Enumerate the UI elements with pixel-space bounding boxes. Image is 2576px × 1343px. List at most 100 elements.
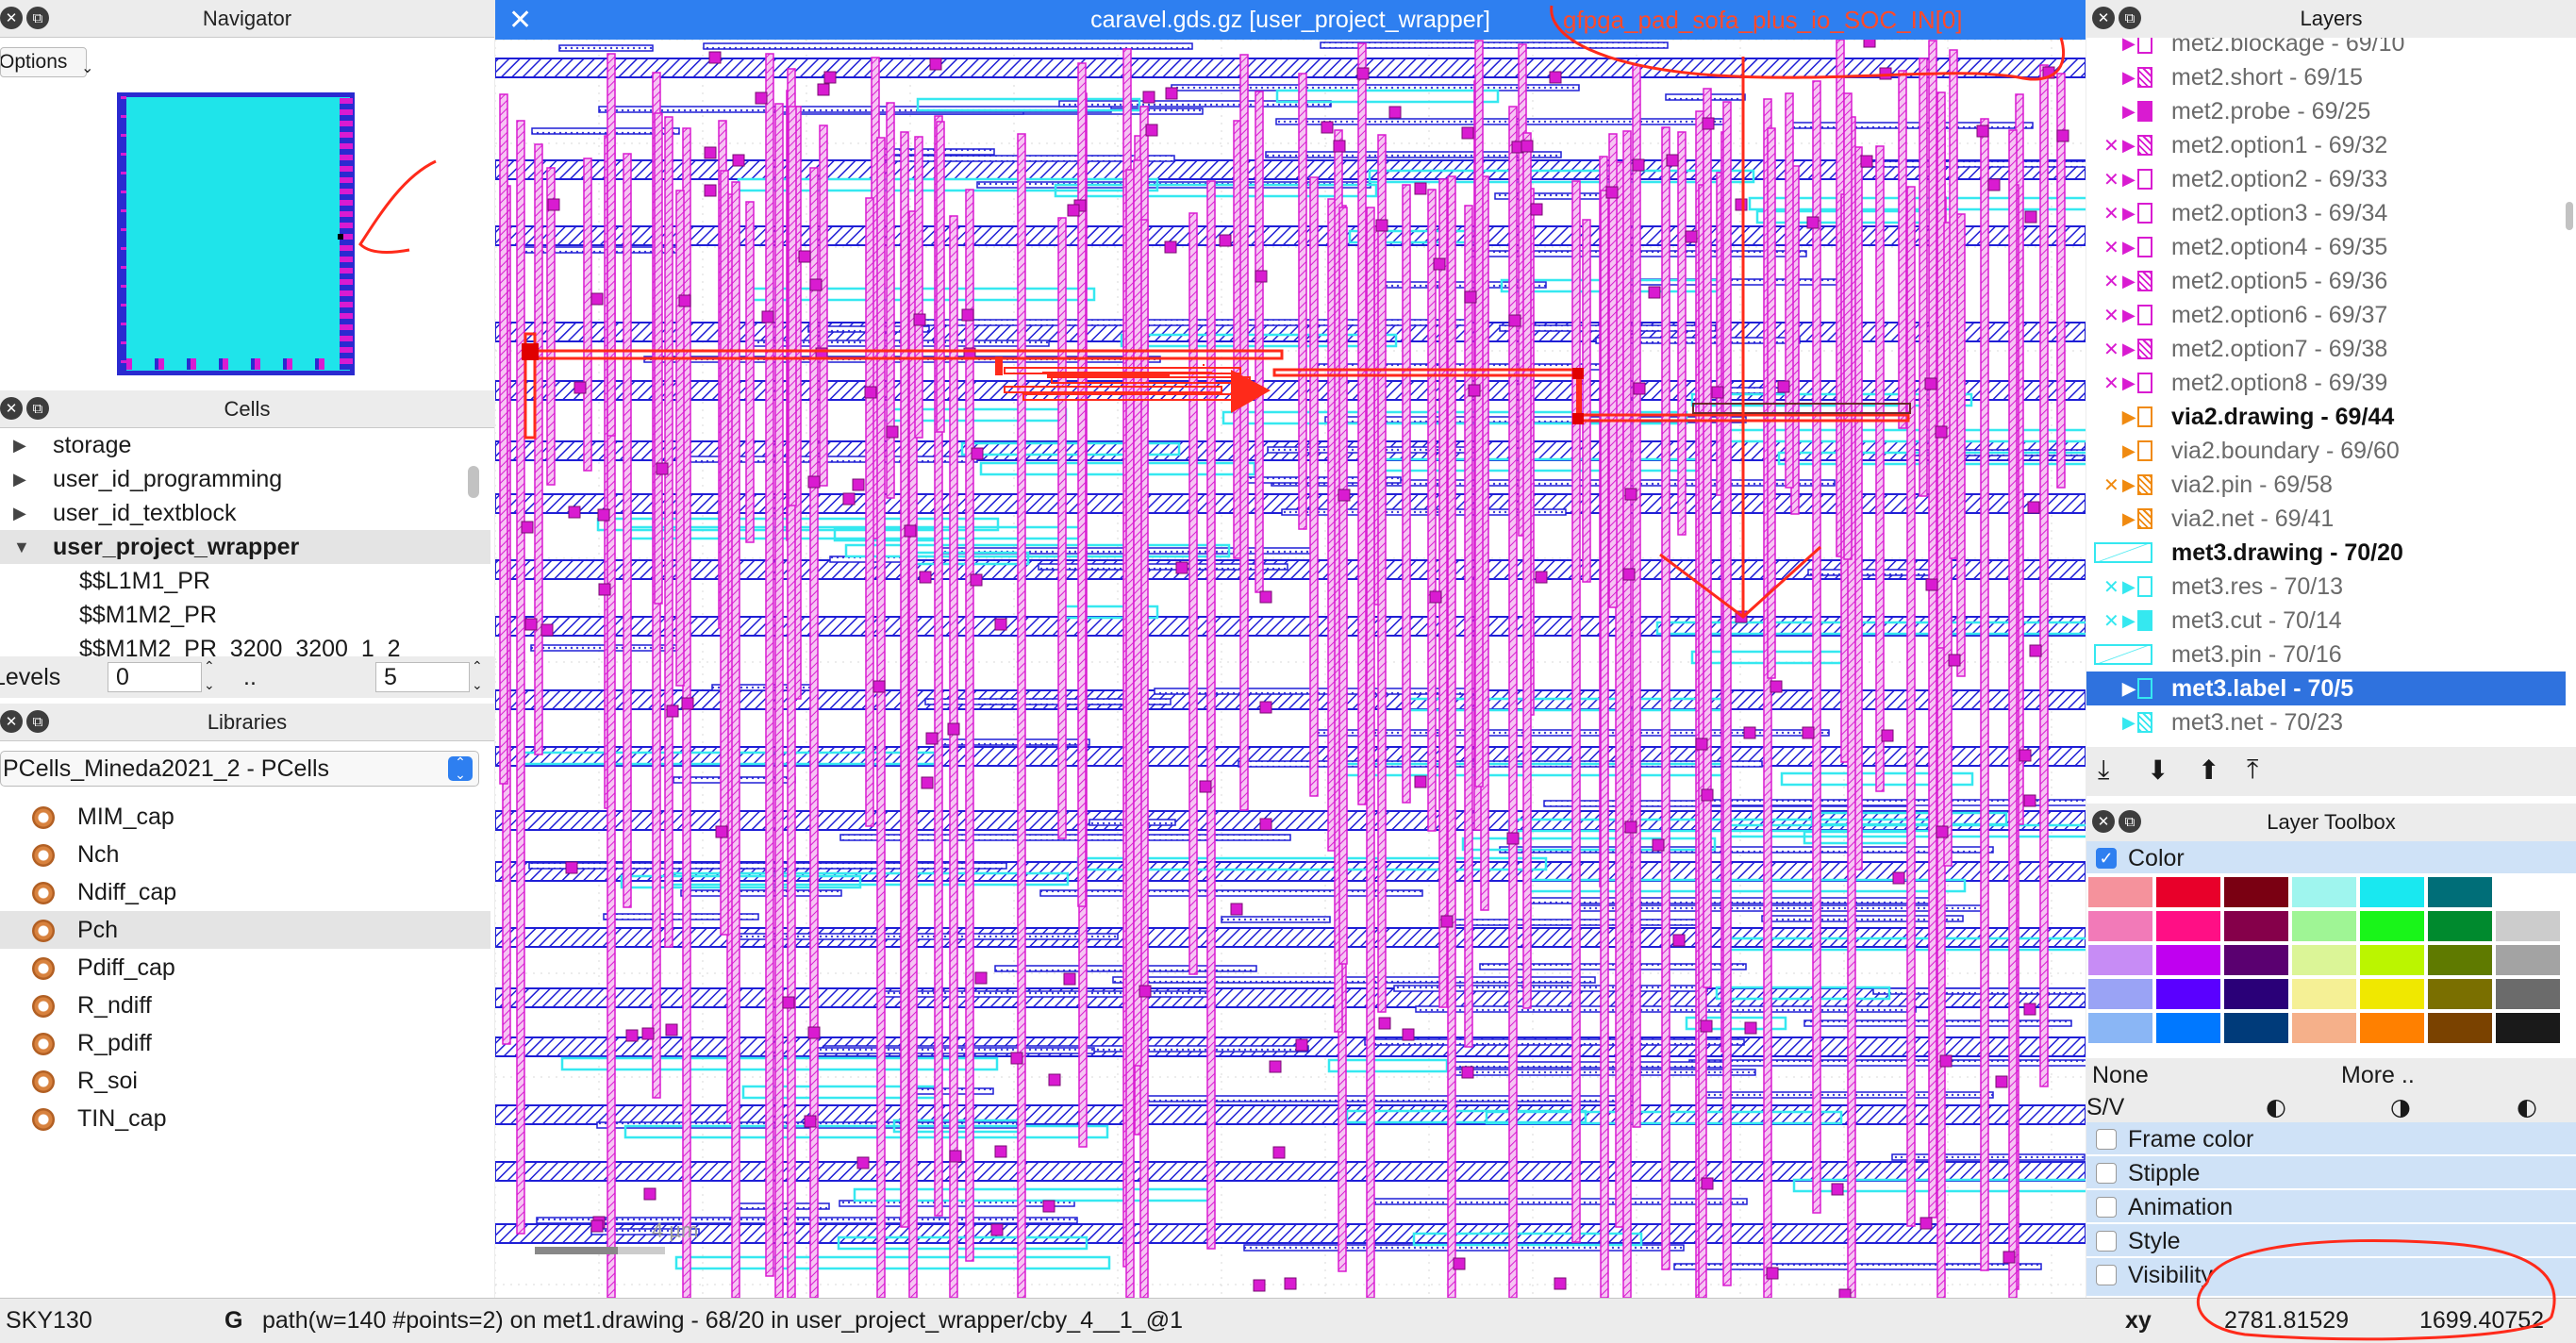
layer-row[interactable]: ✕ ▶ met2.option5 - 69/36 (2086, 264, 2566, 298)
navigator-overview[interactable] (117, 92, 355, 375)
library-item[interactable]: MIM_cap (0, 798, 490, 836)
layer-row[interactable]: ▶ met2.probe - 69/25 (2086, 94, 2566, 128)
library-item[interactable]: Ndiff_cap (0, 873, 490, 911)
color-swatch[interactable] (2224, 1013, 2288, 1043)
color-swatch[interactable] (2224, 911, 2288, 941)
move-bottom-icon[interactable]: ⤓ (2098, 754, 2109, 786)
stepper-icon[interactable]: ⌃ ⌄ (204, 656, 215, 694)
saturation-light-icon[interactable]: ◐ (2517, 1090, 2537, 1124)
visibility-arrow-icon[interactable]: ▶ (2122, 230, 2136, 264)
cell-child-item[interactable]: $$M1M2_PR_3200_3200_1_2 (0, 632, 490, 656)
color-swatch[interactable] (2088, 911, 2152, 941)
layer-row[interactable]: ✕ ▶ met2.option3 - 69/34 (2086, 196, 2566, 230)
visibility-arrow-icon[interactable]: ▶ (2122, 400, 2136, 434)
checkbox-icon[interactable] (2096, 1231, 2117, 1252)
layer-row[interactable]: ▶ via2.drawing - 69/44 (2086, 400, 2566, 434)
saturation-dark-icon[interactable]: ◐ (2266, 1090, 2286, 1124)
cell-child-item[interactable]: $$L1M1_PR (0, 564, 490, 598)
layer-list[interactable]: ▶ met2.blockage - 69/10 ▶ met2.short - 69/1… (2086, 38, 2566, 747)
hidden-x-icon[interactable]: ✕ (2103, 298, 2120, 332)
visibility-arrow-icon[interactable]: ▶ (2122, 196, 2136, 230)
expand-arrow-icon[interactable]: ▶ (13, 428, 26, 462)
visibility-arrow-icon[interactable]: ▶ (2122, 332, 2136, 366)
color-swatch[interactable] (2360, 911, 2424, 941)
color-swatch[interactable] (2360, 979, 2424, 1009)
collapse-arrow-icon[interactable]: ▼ (13, 530, 30, 564)
checkbox-icon[interactable] (2096, 1197, 2117, 1218)
cell-item[interactable]: ▶ storage (0, 428, 490, 462)
visibility-arrow-icon[interactable]: ▶ (2122, 60, 2136, 94)
hidden-x-icon[interactable]: ✕ (2103, 162, 2120, 196)
color-swatch[interactable] (2360, 1013, 2424, 1043)
close-icon[interactable]: ✕ (2092, 7, 2115, 29)
saturation-mid-icon[interactable]: ◑ (2390, 1090, 2411, 1124)
hidden-x-icon[interactable]: ✕ (2103, 230, 2120, 264)
layer-row[interactable]: ✕ ▶ met2.option4 - 69/35 (2086, 230, 2566, 264)
hidden-x-icon[interactable]: ✕ (2103, 264, 2120, 298)
library-item[interactable]: TIN_cap (0, 1100, 490, 1137)
color-swatch[interactable] (2428, 877, 2492, 907)
library-item[interactable]: Pdiff_cap (0, 949, 490, 987)
navigator-options-button[interactable]: Options (0, 47, 87, 77)
layout-drawing[interactable]: 4 µm (495, 40, 2086, 1298)
layer-row[interactable]: ✕ ▶ met2.option2 - 69/33 (2086, 162, 2566, 196)
style-option[interactable]: Style (2086, 1224, 2576, 1258)
hidden-x-icon[interactable]: ✕ (2103, 366, 2120, 400)
layer-row[interactable]: ✕ ▶ met2.option6 - 69/37 (2086, 298, 2566, 332)
layout-canvas[interactable]: ✕ caravel.gds.gz [user_project_wrapper] … (495, 0, 2086, 1298)
move-up-icon[interactable]: ⬆ (2198, 754, 2219, 786)
color-swatch[interactable] (2428, 945, 2492, 975)
animation-option[interactable]: Animation (2086, 1190, 2576, 1224)
visibility-arrow-icon[interactable]: ▶ (2122, 264, 2136, 298)
visibility-arrow-icon[interactable]: ▶ (2122, 366, 2136, 400)
color-swatch[interactable] (2292, 877, 2356, 907)
color-swatch[interactable] (2156, 911, 2220, 941)
color-swatch[interactable] (2156, 877, 2220, 907)
layer-row[interactable]: ▶ met3.net - 70/23 (2086, 705, 2566, 739)
checkbox-icon[interactable] (2096, 1163, 2117, 1184)
float-icon[interactable]: ⧉ (26, 7, 49, 29)
visibility-arrow-icon[interactable]: ▶ (2122, 38, 2136, 60)
color-swatch[interactable] (2496, 945, 2560, 975)
color-swatch[interactable] (2496, 979, 2560, 1009)
hidden-x-icon[interactable]: ✕ (2103, 468, 2120, 502)
library-select[interactable]: PCells_Mineda2021_2 - PCells ⌃ ⌄ (0, 751, 479, 787)
move-top-icon[interactable]: ⤒ (2247, 754, 2258, 786)
close-icon[interactable]: ✕ (2092, 810, 2115, 833)
layer-row[interactable]: ▶ via2.boundary - 69/60 (2086, 434, 2566, 468)
expand-arrow-icon[interactable]: ▶ (13, 496, 26, 530)
cell-item-selected[interactable]: ▼ user_project_wrapper (0, 530, 490, 564)
color-swatch[interactable] (2360, 877, 2424, 907)
select-arrow-icon[interactable]: ⌃ ⌄ (448, 755, 473, 781)
color-swatch[interactable] (2428, 1013, 2492, 1043)
color-swatch[interactable] (2156, 1013, 2220, 1043)
hidden-x-icon[interactable]: ✕ (2103, 570, 2120, 604)
layer-row[interactable]: ▶ met2.short - 69/15 (2086, 60, 2566, 94)
visibility-arrow-icon[interactable]: ▶ (2122, 705, 2136, 739)
move-down-icon[interactable]: ⬇ (2147, 754, 2169, 786)
visibility-arrow-icon[interactable]: ▶ (2122, 298, 2136, 332)
layer-row[interactable]: ✕ ▶ met3.cut - 70/14 (2086, 604, 2566, 638)
layer-row[interactable]: ▶met3.pin - 70/16 (2086, 638, 2566, 672)
checkbox-icon[interactable] (2096, 1129, 2117, 1150)
float-icon[interactable]: ⧉ (26, 397, 49, 420)
color-swatch[interactable] (2292, 979, 2356, 1009)
color-swatch[interactable] (2156, 945, 2220, 975)
color-swatch[interactable] (2292, 945, 2356, 975)
visibility-arrow-icon[interactable]: ▶ (2122, 604, 2136, 638)
color-swatch[interactable] (2292, 1013, 2356, 1043)
float-icon[interactable]: ⧉ (2119, 810, 2141, 833)
stipple-option[interactable]: Stipple (2086, 1156, 2576, 1190)
layer-row[interactable]: ✕ ▶ met2.option1 - 69/32 (2086, 128, 2566, 162)
color-swatch[interactable] (2428, 911, 2492, 941)
float-icon[interactable]: ⧉ (26, 710, 49, 733)
visibility-arrow-icon[interactable]: ▶ (2122, 128, 2136, 162)
visibility-arrow-icon[interactable]: ▶ (2122, 502, 2136, 536)
color-swatch[interactable] (2496, 911, 2560, 941)
stepper-icon[interactable]: ⌃ ⌄ (472, 656, 483, 694)
hidden-x-icon[interactable]: ✕ (2103, 196, 2120, 230)
color-swatch[interactable] (2088, 1013, 2152, 1043)
close-icon[interactable]: ✕ (0, 710, 23, 733)
layer-row[interactable]: ▶ met2.blockage - 69/10 (2086, 38, 2566, 60)
layer-row[interactable]: ✕ ▶ met2.option8 - 69/39 (2086, 366, 2566, 400)
